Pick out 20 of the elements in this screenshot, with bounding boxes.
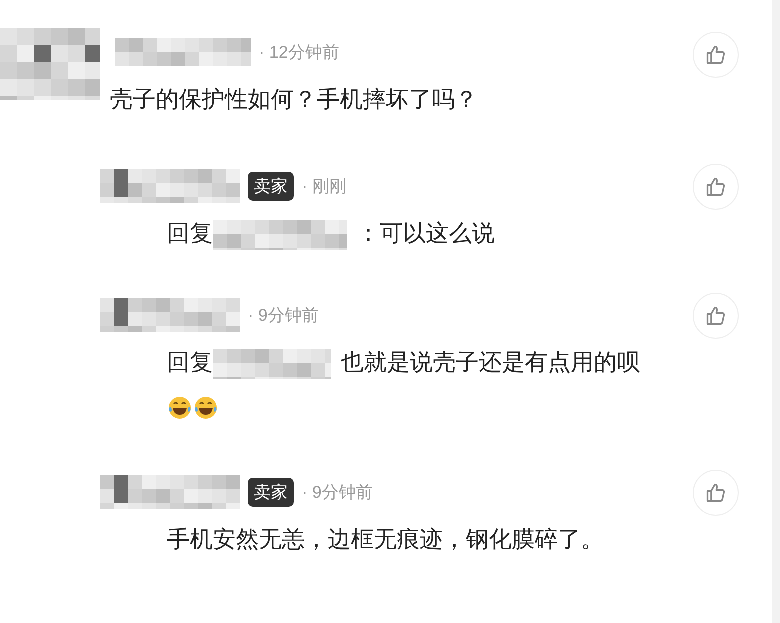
seller-badge: 卖家 <box>248 478 294 506</box>
like-button[interactable] <box>693 470 739 516</box>
comment-text: 回复 也就是说壳子还是有点用的呗 <box>167 340 657 428</box>
comment-text: 壳子的保护性如何？手机摔坏了吗？ <box>110 85 479 114</box>
comment-time: · 刚刚 <box>302 176 346 198</box>
comment-time: · 9分钟前 <box>302 482 373 504</box>
seller-badge: 卖家 <box>248 172 294 200</box>
comment-text: 手机安然无恙，边框无痕迹，钢化膜碎了。 <box>167 525 605 554</box>
laughing-emoji-icon <box>167 394 193 421</box>
comment-time: · 12分钟前 <box>259 42 340 64</box>
thumbs-up-icon <box>705 44 727 66</box>
laughing-emoji-icon <box>193 394 219 421</box>
thumbs-up-icon <box>705 305 727 327</box>
comment-text: 回复 ：可以这么说 <box>167 211 657 255</box>
like-button[interactable] <box>693 293 739 339</box>
like-button[interactable] <box>693 32 739 78</box>
like-button[interactable] <box>693 164 739 210</box>
comment-time: · 9分钟前 <box>248 304 319 326</box>
thumbs-up-icon <box>705 176 727 198</box>
thumbs-up-icon <box>705 482 727 504</box>
